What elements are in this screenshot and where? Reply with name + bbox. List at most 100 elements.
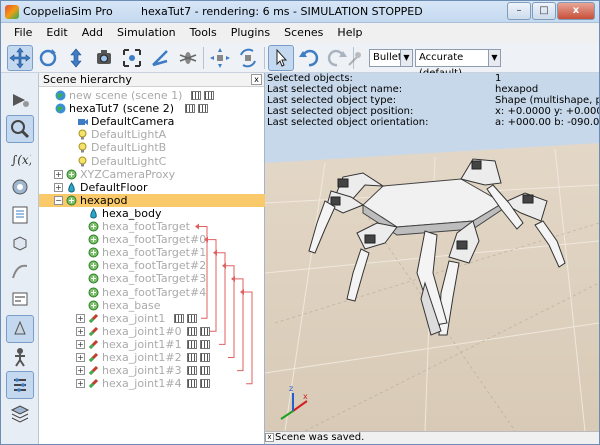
model-browser-icon[interactable] — [6, 173, 34, 201]
script-indicator-icon[interactable] — [184, 104, 195, 114]
menu-tools[interactable]: Tools — [183, 23, 224, 43]
info-label: Last selected object type: — [267, 95, 397, 106]
expand-icon[interactable]: + — [76, 326, 85, 336]
tree-item[interactable]: + hexa_joint1#2 — [39, 351, 265, 364]
script-indicator-icon[interactable] — [197, 104, 208, 114]
joint-icon — [88, 365, 99, 376]
scene-viewport[interactable]: x z Selected objects: 1 Last selected obj… — [265, 73, 599, 431]
click-select-icon[interactable] — [268, 45, 294, 71]
chevron-down-icon: ▼ — [488, 50, 500, 66]
script-indicator-icon[interactable] — [187, 313, 198, 323]
simulation-settings-icon[interactable] — [6, 85, 34, 113]
rotate-camera-icon[interactable] — [35, 45, 61, 71]
tree-item[interactable]: DefaultCamera — [39, 115, 265, 128]
script-indicator-icon[interactable] — [186, 366, 197, 376]
script-indicator-icon[interactable] — [190, 91, 201, 100]
tree-item-label: hexa_joint1 — [102, 311, 166, 325]
script-indicator-icon[interactable] — [199, 339, 210, 349]
script-indicator-icon[interactable] — [174, 313, 185, 323]
tree-item[interactable]: + hexa_joint1#0 — [39, 325, 265, 338]
menu-edit[interactable]: Edit — [39, 23, 74, 43]
menu-file[interactable]: File — [7, 23, 39, 43]
tree-item[interactable]: + hexa_joint1#3 — [39, 364, 265, 377]
expand-icon[interactable]: + — [76, 313, 85, 323]
expand-icon[interactable]: + — [76, 339, 85, 349]
tree-item[interactable]: + DefaultFloor — [39, 181, 265, 194]
tree-item[interactable]: hexa_footTarget#4 — [39, 286, 265, 299]
maximize-button[interactable]: □ — [532, 2, 556, 20]
zoom-camera-icon[interactable] — [91, 45, 117, 71]
shift-camera-icon[interactable] — [63, 45, 89, 71]
script-indicator-icon[interactable] — [199, 353, 210, 362]
tree-item[interactable]: + hexa_joint1 — [39, 312, 265, 325]
script-indicator-icon[interactable] — [186, 339, 197, 349]
close-hierarchy-button[interactable]: x — [251, 74, 262, 85]
tree-item[interactable]: hexa_base — [39, 299, 265, 312]
tree-item[interactable]: DefaultLightC — [39, 155, 265, 168]
layers-panel-icon[interactable] — [6, 285, 34, 313]
menu-help[interactable]: Help — [330, 23, 369, 43]
script-indicator-icon[interactable] — [186, 353, 197, 362]
tree-item-label: XYZCameraProxy — [80, 167, 176, 181]
object-rotate-icon[interactable] — [235, 45, 261, 71]
tree-item-label: hexa_footTarget#0 — [102, 233, 207, 247]
object-shift-icon[interactable] — [207, 45, 233, 71]
expand-icon[interactable]: + — [54, 182, 63, 192]
svg-text:x: x — [303, 392, 308, 401]
layers-icon[interactable] — [6, 399, 34, 427]
object-properties-icon[interactable] — [6, 201, 34, 229]
script-function-icon[interactable]: ∫(x) — [6, 145, 34, 173]
selection-mode-icon[interactable] — [6, 315, 34, 343]
tree-item[interactable]: + hexa_joint1#1 — [39, 338, 265, 351]
script-indicator-icon[interactable] — [186, 379, 197, 389]
tree-item[interactable]: hexa_body — [39, 207, 265, 220]
menu-simulation[interactable]: Simulation — [110, 23, 183, 43]
tree-item-label: hexapod — [80, 193, 128, 207]
tree-item[interactable]: − hexapod — [39, 193, 265, 207]
camera-angle-icon[interactable] — [147, 45, 173, 71]
tree-item[interactable]: hexa_footTarget#0 — [39, 233, 265, 246]
expand-icon[interactable]: + — [54, 169, 63, 179]
fit-to-view-icon[interactable] — [119, 45, 145, 71]
dummy-icon — [88, 273, 99, 284]
user-settings-icon[interactable] — [6, 371, 34, 399]
tree-item-label: DefaultCamera — [91, 115, 175, 129]
script-indicator-icon[interactable] — [199, 326, 210, 336]
script-indicator-icon[interactable] — [199, 379, 210, 389]
physics-engine-select[interactable]: Bullet ▼ — [369, 49, 413, 67]
minimize-button[interactable]: – — [507, 2, 531, 20]
expand-icon[interactable]: + — [76, 379, 85, 389]
tree-item[interactable]: + hexa_joint1#4 — [39, 377, 265, 390]
scene-hierarchy-icon[interactable] — [6, 115, 34, 143]
tree-item[interactable]: hexa_footTarget#3 — [39, 272, 265, 285]
script-indicator-icon[interactable] — [199, 366, 210, 376]
fly-camera-icon[interactable] — [175, 45, 201, 71]
tree-item-label: DefaultLightA — [91, 128, 167, 142]
tree-item[interactable]: hexa_footTarget#1 — [39, 246, 265, 259]
tree-item[interactable]: hexa_footTarget — [39, 220, 265, 233]
tree-item[interactable]: hexaTut7 (scene 2) — [39, 102, 265, 115]
expand-icon[interactable]: + — [76, 366, 85, 376]
close-status-button[interactable]: x — [265, 433, 274, 442]
shape-edit-icon[interactable] — [6, 229, 34, 257]
tree-item[interactable]: new scene (scene 1) — [39, 89, 265, 102]
tree-item[interactable]: DefaultLightA — [39, 128, 265, 141]
tree-item[interactable]: DefaultLightB — [39, 141, 265, 154]
menu-plugins[interactable]: Plugins — [224, 23, 277, 43]
light-icon — [77, 156, 88, 167]
move-camera-icon[interactable] — [7, 45, 33, 71]
expand-icon[interactable]: + — [76, 353, 85, 362]
accuracy-select[interactable]: Accurate (default) ▼ — [415, 49, 501, 79]
script-indicator-icon[interactable] — [186, 326, 197, 336]
undo-icon[interactable] — [296, 45, 322, 71]
robot-model-icon[interactable] — [6, 343, 34, 371]
close-button[interactable]: x — [557, 2, 595, 20]
tree-item[interactable]: + XYZCameraProxy — [39, 168, 265, 181]
menu-scenes[interactable]: Scenes — [277, 23, 330, 43]
tree-item[interactable]: hexa_footTarget#2 — [39, 259, 265, 272]
path-edit-icon[interactable] — [6, 257, 34, 285]
script-indicator-icon[interactable] — [203, 91, 214, 100]
menu-add[interactable]: Add — [75, 23, 110, 43]
svg-text:∫(x): ∫(x) — [11, 153, 31, 167]
collapse-icon[interactable]: − — [54, 195, 63, 205]
